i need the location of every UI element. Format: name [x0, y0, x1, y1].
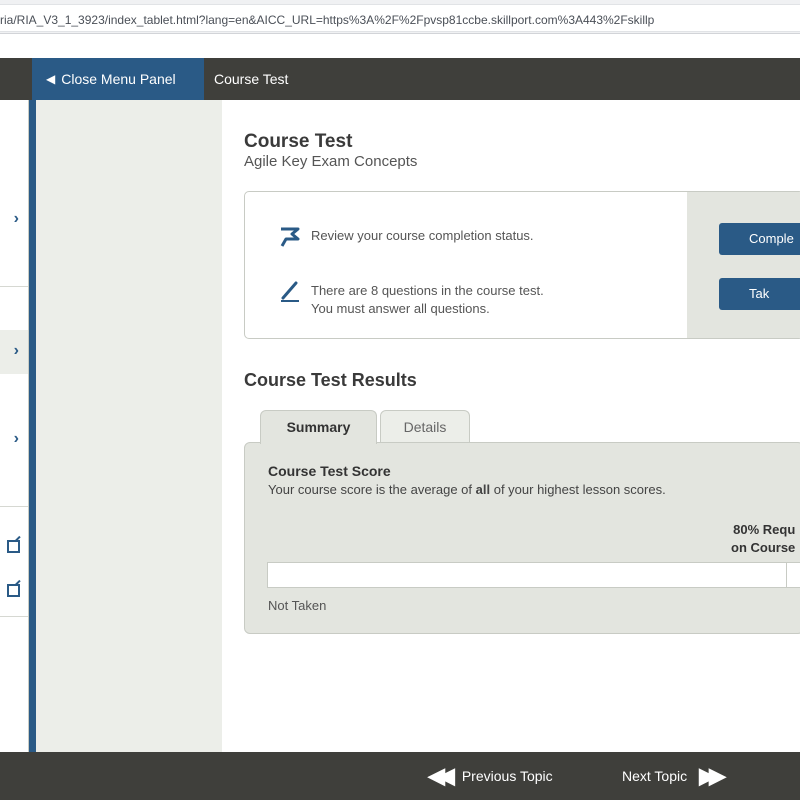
score-description-bold: all: [475, 482, 491, 497]
score-progress-bar: [267, 562, 800, 588]
page-title: Course Test: [244, 131, 353, 152]
browser-address-bar[interactable]: ria/RIA_V3_1_3923/index_tablet.html?lang…: [0, 0, 800, 34]
menu-item[interactable]: [0, 572, 28, 617]
menu-item[interactable]: [0, 374, 28, 419]
double-chevron-left-icon: ◀◀: [428, 763, 455, 788]
chevron-right-icon: ›: [13, 342, 19, 359]
double-chevron-right-icon: ▶▶: [699, 763, 726, 788]
results-panel: Course Test Score Your course score is t…: [244, 442, 800, 634]
chevron-right-icon: ›: [13, 430, 19, 447]
questions-requirement-text: You must answer all questions.: [311, 301, 490, 316]
tab-summary[interactable]: Summary: [260, 410, 377, 444]
menu-item[interactable]: [0, 528, 28, 573]
close-menu-panel-label: Close Menu Panel: [61, 71, 176, 87]
status-message: Review your course completion status.: [311, 228, 534, 243]
url-text[interactable]: ria/RIA_V3_1_3923/index_tablet.html?lang…: [0, 13, 800, 27]
chevron-left-icon: ◀: [46, 72, 56, 86]
score-description-text: Your course score is the average of: [268, 482, 476, 497]
flag-icon: [280, 227, 300, 247]
external-link-icon: [7, 584, 20, 597]
take-test-button[interactable]: Tak: [719, 278, 800, 310]
close-menu-panel-button[interactable]: ◀ Close Menu Panel: [32, 58, 204, 100]
course-subtitle: Agile Key Exam Concepts: [244, 153, 418, 170]
required-score-line1: 80% Requ: [733, 522, 796, 537]
previous-topic-label: Previous Topic: [461, 768, 553, 784]
menu-item[interactable]: [0, 100, 28, 199]
score-title: Course Test Score: [268, 463, 391, 479]
top-navigation-bar: ◀ Close Menu Panel Course Test: [0, 58, 800, 100]
next-topic-label: Next Topic: [622, 768, 688, 784]
next-topic-button[interactable]: Next Topic ▶▶: [622, 752, 726, 800]
chevron-right-icon: ›: [13, 210, 19, 227]
course-info-card: Review your course completion status. Th…: [244, 191, 800, 339]
pencil-icon: [281, 281, 299, 302]
menu-item[interactable]: ›: [0, 418, 28, 463]
required-score-marker: [786, 563, 787, 587]
address-field[interactable]: ria/RIA_V3_1_3923/index_tablet.html?lang…: [0, 4, 800, 32]
menu-item[interactable]: [0, 242, 28, 287]
score-description: Your course score is the average of all …: [268, 482, 666, 497]
results-title: Course Test Results: [244, 370, 417, 390]
score-status: Not Taken: [268, 598, 327, 613]
menu-item[interactable]: ›: [0, 198, 28, 243]
tab-details[interactable]: Details: [380, 410, 470, 442]
menu-panel: › › ›: [0, 100, 29, 788]
score-description-text-end: of your highest lesson scores.: [490, 482, 666, 497]
previous-topic-button[interactable]: ◀◀ Previous Topic: [428, 752, 553, 800]
questions-message: There are 8 questions in the course test…: [311, 282, 544, 318]
breadcrumb: Course Test: [214, 71, 289, 87]
left-panel: [36, 100, 222, 752]
bottom-navigation-bar: ◀◀ Previous Topic Next Topic ▶▶: [0, 752, 800, 800]
action-column: [687, 192, 800, 338]
required-score-line2: on Course: [731, 540, 796, 555]
menu-item[interactable]: [0, 462, 28, 507]
completion-status-button[interactable]: Comple: [719, 223, 800, 255]
required-score-label: 80% Requ on Course: [731, 521, 795, 557]
questions-count-text: There are 8 questions in the course test…: [311, 283, 544, 298]
menu-item[interactable]: ›: [0, 330, 28, 375]
external-link-icon: [7, 540, 20, 553]
